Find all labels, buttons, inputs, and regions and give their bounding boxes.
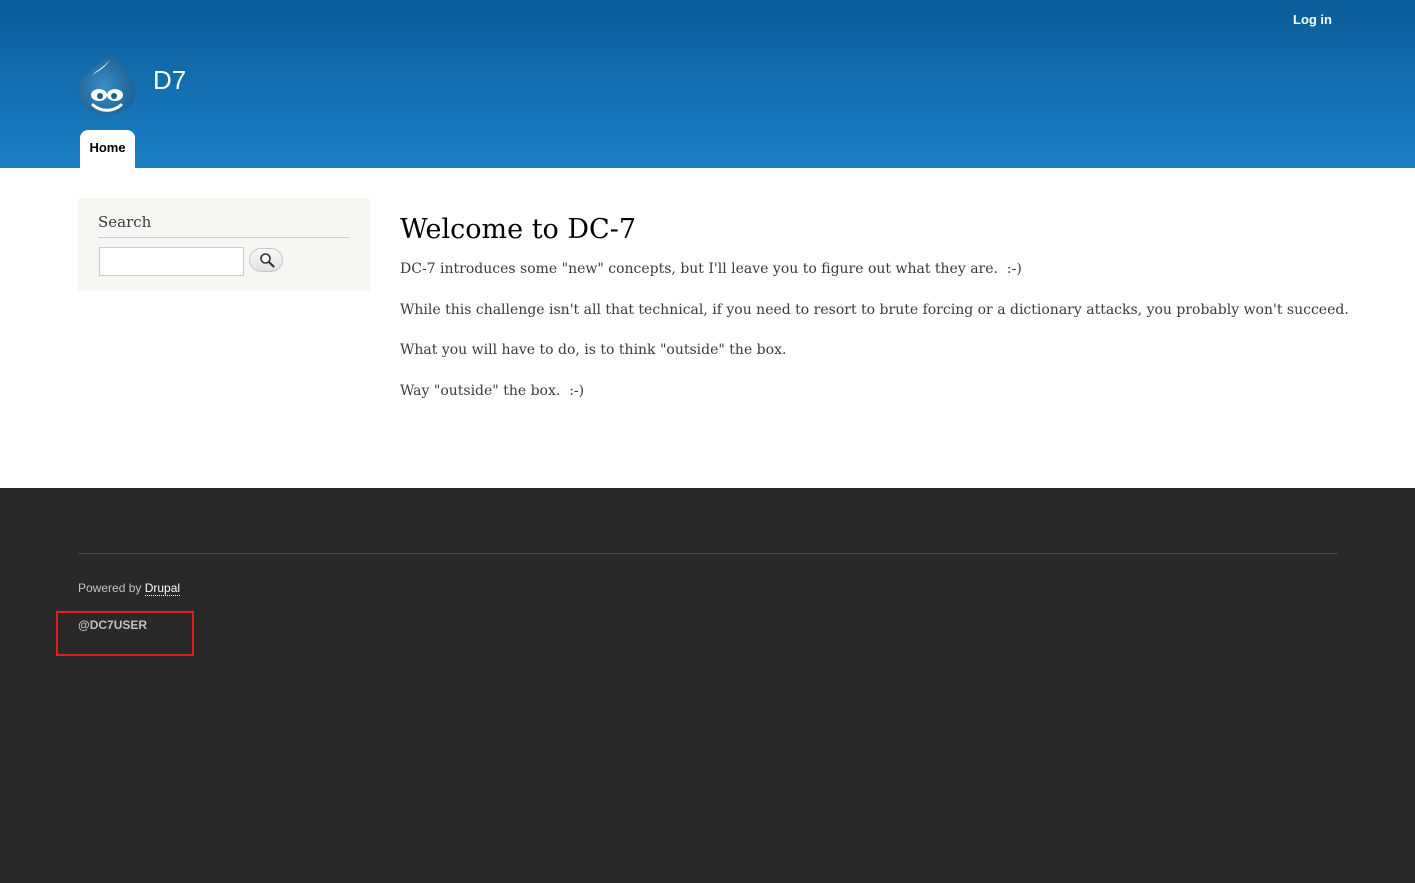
- powered-by-prefix: Powered by: [78, 581, 145, 595]
- highlight-box: [56, 611, 194, 656]
- login-link[interactable]: Log in: [1293, 12, 1332, 27]
- site-header: Log in D7 Home: [0, 0, 1415, 168]
- search-input[interactable]: [99, 247, 244, 276]
- drupal-drop-icon[interactable]: [77, 50, 137, 116]
- paragraph-challenge: While this challenge isn't all that tech…: [400, 302, 1349, 318]
- site-name[interactable]: D7: [153, 64, 186, 96]
- search-block: Search: [78, 198, 370, 291]
- footer-divider: [78, 553, 1338, 554]
- content-area: Welcome to DC-7 DC-7 introduces some "ne…: [400, 212, 1360, 399]
- tab-home[interactable]: Home: [80, 130, 135, 168]
- paragraph-intro: DC-7 introduces some "new" concepts, but…: [400, 261, 1022, 277]
- main-region: Search Welcome to DC-7 DC-7 introduces s…: [0, 168, 1415, 488]
- drupal-link[interactable]: Drupal: [144, 581, 181, 596]
- site-footer: Powered by Drupal @DC7USER: [0, 488, 1415, 883]
- paragraph-hint: What you will have to do, is to think "o…: [400, 342, 787, 358]
- magnifier-icon: [260, 253, 275, 268]
- search-button[interactable]: [249, 248, 283, 272]
- page-title: Welcome to DC-7: [400, 214, 636, 245]
- paragraph-outside: Way "outside" the box. :-): [400, 383, 585, 399]
- powered-by: Powered by Drupal: [78, 581, 181, 596]
- search-block-title: Search: [98, 213, 349, 238]
